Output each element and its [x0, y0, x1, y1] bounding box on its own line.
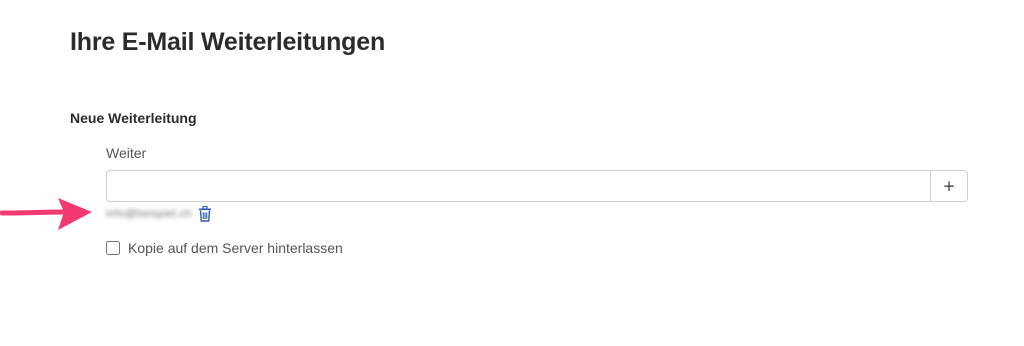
copy-option-row: Kopie auf dem Server hinterlassen [106, 240, 343, 256]
annotation-arrow [0, 198, 92, 230]
forward-field-label: Weiter [106, 145, 147, 161]
keep-copy-checkbox[interactable] [106, 241, 120, 255]
section-title-new-forward: Neue Weiterleitung [70, 110, 197, 126]
forward-address: info@beispiel.ch [106, 208, 192, 220]
forward-input-group: + [106, 170, 968, 202]
forward-list-item: info@beispiel.ch [106, 205, 212, 223]
page-title: Ihre E-Mail Weiterleitungen [70, 28, 386, 56]
keep-copy-label[interactable]: Kopie auf dem Server hinterlassen [128, 240, 343, 256]
add-forward-button[interactable]: + [930, 170, 968, 202]
forward-address-input[interactable] [106, 170, 930, 202]
trash-icon[interactable] [198, 205, 212, 222]
